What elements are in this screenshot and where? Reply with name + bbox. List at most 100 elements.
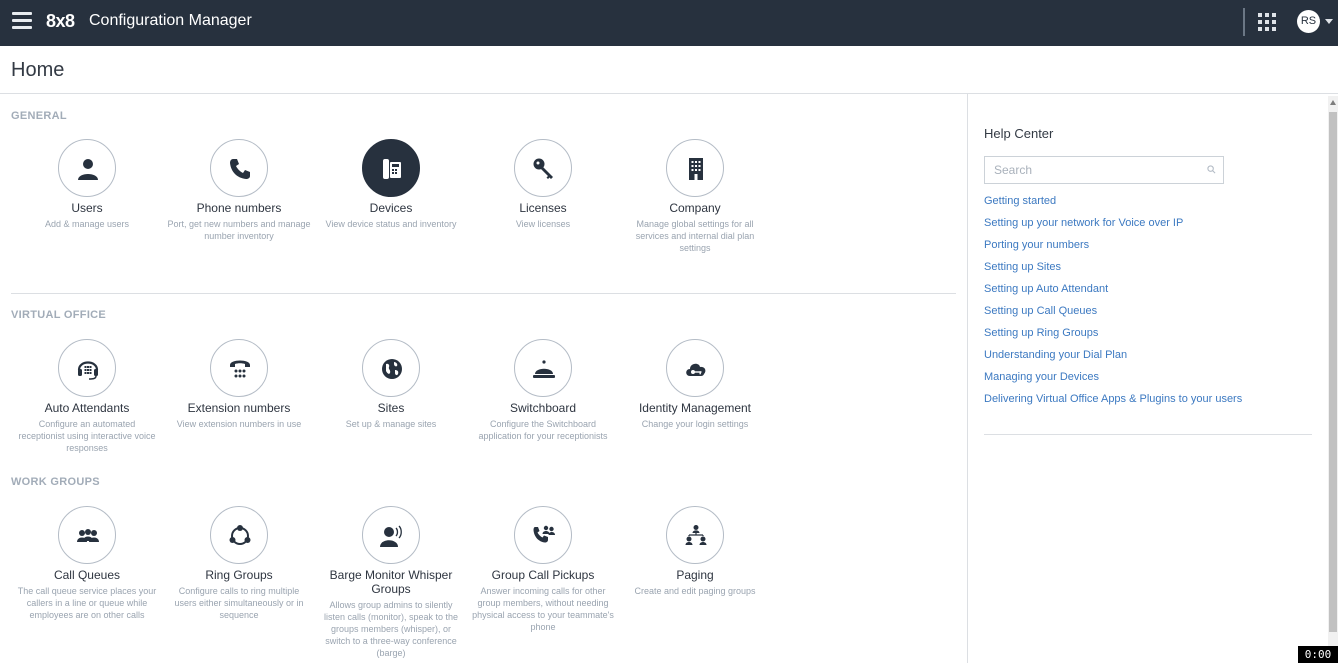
help-links-list: Getting started Setting up your network … (984, 194, 1242, 414)
section-divider (11, 293, 956, 294)
help-divider (984, 434, 1312, 435)
hierarchy-icon (685, 525, 707, 545)
tile-label[interactable]: Switchboard (467, 401, 619, 415)
globe-icon (382, 359, 402, 379)
queue-users-icon (77, 529, 99, 542)
tile-icon-circle[interactable] (58, 139, 116, 197)
tile-icon-circle[interactable] (514, 339, 572, 397)
tile-icon-circle[interactable] (666, 139, 724, 197)
user-icon (78, 159, 98, 180)
tile-label[interactable]: Auto Attendants (11, 401, 163, 415)
tile-icon-circle[interactable] (514, 139, 572, 197)
help-link-network-voip[interactable]: Setting up your network for Voice over I… (984, 216, 1242, 238)
help-link-setting-up-sites[interactable]: Setting up Sites (984, 260, 1242, 282)
help-link-porting-numbers[interactable]: Porting your numbers (984, 238, 1242, 260)
vertical-scrollbar[interactable] (1328, 96, 1338, 663)
cloud-key-icon (686, 363, 706, 376)
help-link-virtual-office-apps[interactable]: Delivering Virtual Office Apps & Plugins… (984, 392, 1242, 414)
headset-icon (77, 361, 99, 380)
app-title: Configuration Manager (89, 12, 252, 29)
tile-label[interactable]: Company (619, 201, 771, 215)
tile-description: Port, get new numbers and manage number … (167, 219, 311, 241)
tile-call-queues[interactable]: Call Queues The call queue service place… (11, 506, 163, 621)
tile-label[interactable]: Identity Management (619, 401, 771, 415)
tile-description: Create and edit paging groups (634, 586, 756, 596)
tile-description: Configure the Switchboard application fo… (478, 419, 608, 441)
tile-label[interactable]: Group Call Pickups (467, 568, 619, 582)
tile-description: Answer incoming calls for other group me… (472, 586, 614, 632)
tile-devices[interactable]: Devices View device status and inventory (315, 139, 467, 230)
tile-label[interactable]: Call Queues (11, 568, 163, 582)
tile-description: View device status and inventory (325, 219, 457, 229)
tile-description: Change your login settings (641, 419, 749, 429)
tile-label[interactable]: Ring Groups (163, 568, 315, 582)
help-center-title: Help Center (984, 126, 1054, 141)
tile-label[interactable]: Sites (315, 401, 467, 415)
tile-icon-circle[interactable] (58, 506, 116, 564)
tile-label[interactable]: Phone numbers (163, 201, 315, 215)
tile-icon-circle[interactable] (666, 339, 724, 397)
key-icon (533, 158, 553, 179)
tile-icon-circle[interactable] (210, 506, 268, 564)
panel-divider (967, 94, 968, 663)
tile-barge-monitor-whisper-groups[interactable]: Barge Monitor Whisper Groups Allows grou… (315, 506, 467, 659)
tile-sites[interactable]: Sites Set up & manage sites (315, 339, 467, 430)
tile-auto-attendants[interactable]: Auto Attendants Configure an automated r… (11, 339, 163, 454)
tile-ring-groups[interactable]: Ring Groups Configure calls to ring mult… (163, 506, 315, 621)
tile-icon-circle[interactable] (666, 506, 724, 564)
help-link-ring-groups[interactable]: Setting up Ring Groups (984, 326, 1242, 348)
tile-icon-circle[interactable] (210, 139, 268, 197)
tile-phone-numbers[interactable]: Phone numbers Port, get new numbers and … (163, 139, 315, 242)
tile-description: Manage global settings for all services … (635, 219, 755, 253)
tile-description: Configure calls to ring multiple users e… (174, 586, 304, 620)
tile-identity-management[interactable]: Identity Management Change your login se… (619, 339, 771, 430)
section-title-work-groups: WORK GROUPS (11, 476, 100, 488)
timer-badge: 0:00 (1298, 646, 1338, 663)
grid-icon[interactable] (1258, 13, 1276, 31)
help-search-input[interactable] (985, 157, 1200, 183)
tile-label[interactable]: Paging (619, 568, 771, 582)
tile-label[interactable]: Extension numbers (163, 401, 315, 415)
tile-icon-circle[interactable] (362, 339, 420, 397)
tile-label[interactable]: Users (11, 201, 163, 215)
tile-label[interactable]: Licenses (467, 201, 619, 215)
help-link-getting-started[interactable]: Getting started (984, 194, 1242, 216)
help-link-auto-attendant[interactable]: Setting up Auto Attendant (984, 282, 1242, 304)
help-search-box[interactable] (984, 156, 1224, 184)
tile-description: View licenses (515, 219, 571, 229)
top-bar-divider (1243, 8, 1245, 36)
dialpad-phone-icon (230, 360, 250, 378)
help-link-call-queues[interactable]: Setting up Call Queues (984, 304, 1242, 326)
tile-label[interactable]: Barge Monitor Whisper Groups (315, 568, 467, 596)
tile-icon-circle[interactable] (58, 339, 116, 397)
scrollbar-thumb[interactable] (1329, 112, 1337, 632)
service-bell-icon (533, 360, 555, 378)
tile-extension-numbers[interactable]: Extension numbers View extension numbers… (163, 339, 315, 430)
tile-users[interactable]: Users Add & manage users (11, 139, 163, 230)
user-avatar[interactable]: RS (1297, 10, 1320, 33)
tile-icon-circle[interactable] (210, 339, 268, 397)
search-icon[interactable] (1207, 165, 1216, 174)
section-title-general: GENERAL (11, 110, 67, 122)
tile-group-call-pickups[interactable]: Group Call Pickups Answer incoming calls… (467, 506, 619, 633)
tile-paging[interactable]: Paging Create and edit paging groups (619, 506, 771, 597)
tile-licenses[interactable]: Licenses View licenses (467, 139, 619, 230)
speaking-user-icon (380, 525, 402, 547)
help-link-dial-plan[interactable]: Understanding your Dial Plan (984, 348, 1242, 370)
ring-group-icon (229, 525, 251, 545)
scroll-up-arrow-icon[interactable] (1330, 100, 1336, 105)
hamburger-icon[interactable] (12, 12, 32, 30)
tile-description: Configure an automated receptionist usin… (18, 419, 156, 453)
tile-description: Set up & manage sites (345, 419, 437, 429)
tile-switchboard[interactable]: Switchboard Configure the Switchboard ap… (467, 339, 619, 442)
chevron-down-icon[interactable] (1325, 19, 1333, 24)
building-icon (689, 158, 703, 180)
tile-label[interactable]: Devices (315, 201, 467, 215)
tile-company[interactable]: Company Manage global settings for all s… (619, 139, 771, 254)
tile-icon-circle[interactable] (362, 139, 420, 197)
brand-logo[interactable]: 8x8 (46, 11, 75, 32)
tile-icon-circle[interactable] (514, 506, 572, 564)
desk-phone-icon (383, 159, 401, 179)
help-link-managing-devices[interactable]: Managing your Devices (984, 370, 1242, 392)
tile-icon-circle[interactable] (362, 506, 420, 564)
